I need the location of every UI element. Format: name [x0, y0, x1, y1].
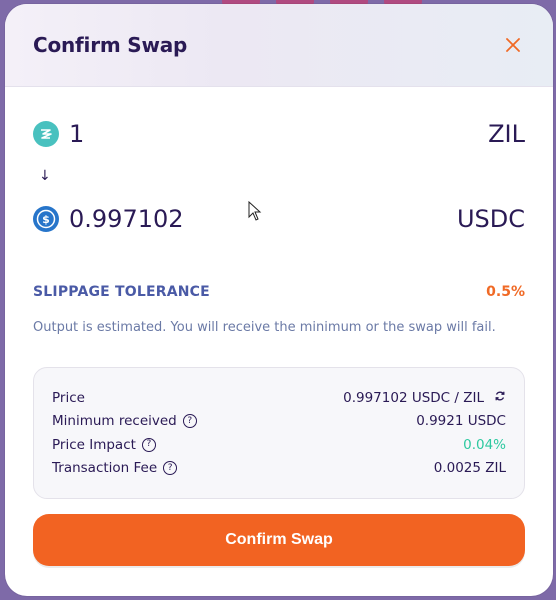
arrow-down-icon: ↓	[39, 168, 51, 184]
zil-token-icon	[33, 121, 59, 147]
from-token-symbol: ZIL	[488, 120, 525, 148]
price-impact-value: 0.04%	[463, 436, 506, 453]
modal-title: Confirm Swap	[33, 33, 188, 57]
confirm-swap-button[interactable]: Confirm Swap	[33, 514, 525, 566]
from-amount: 1	[69, 120, 85, 148]
modal-header: Confirm Swap	[5, 4, 553, 87]
from-token-row: 1 ZIL	[33, 114, 525, 154]
estimate-note: Output is estimated. You will receive th…	[33, 320, 496, 335]
refresh-icon[interactable]	[494, 390, 506, 406]
price-row: Price 0.997102 USDC / ZIL	[52, 386, 506, 410]
help-icon[interactable]: ?	[163, 461, 178, 476]
price-impact-row: Price Impact ? 0.04%	[52, 433, 506, 457]
slippage-value[interactable]: 0.5%	[486, 284, 525, 300]
fee-value: 0.0025 ZIL	[433, 460, 506, 477]
to-token-row: $ 0.997102 USDC	[33, 199, 525, 239]
help-icon[interactable]: ?	[141, 437, 156, 452]
swap-details-box: Price 0.997102 USDC / ZIL Minimum receiv…	[33, 367, 525, 499]
to-amount: 0.997102	[69, 205, 184, 233]
usdc-token-icon: $	[33, 206, 59, 232]
fee-row: Transaction Fee ? 0.0025 ZIL	[52, 457, 506, 481]
price-value: 0.997102 USDC / ZIL	[343, 389, 484, 406]
price-impact-label: Price Impact	[52, 436, 136, 453]
help-icon[interactable]: ?	[182, 414, 197, 429]
close-icon[interactable]	[499, 31, 527, 59]
price-label: Price	[52, 389, 85, 406]
svg-text:$: $	[42, 213, 50, 226]
slippage-row[interactable]: SLIPPAGE TOLERANCE 0.5%	[33, 284, 525, 300]
slippage-label: SLIPPAGE TOLERANCE	[33, 284, 210, 300]
confirm-swap-modal: Confirm Swap 1 ZIL ↓ $ 0.997102 USDC SLI…	[5, 4, 553, 596]
mouse-cursor-icon	[248, 200, 262, 225]
min-received-label: Minimum received	[52, 413, 177, 430]
min-received-value: 0.9921 USDC	[416, 413, 506, 430]
fee-label: Transaction Fee	[52, 460, 158, 477]
to-token-symbol: USDC	[456, 205, 525, 233]
min-received-row: Minimum received ? 0.9921 USDC	[52, 410, 506, 434]
